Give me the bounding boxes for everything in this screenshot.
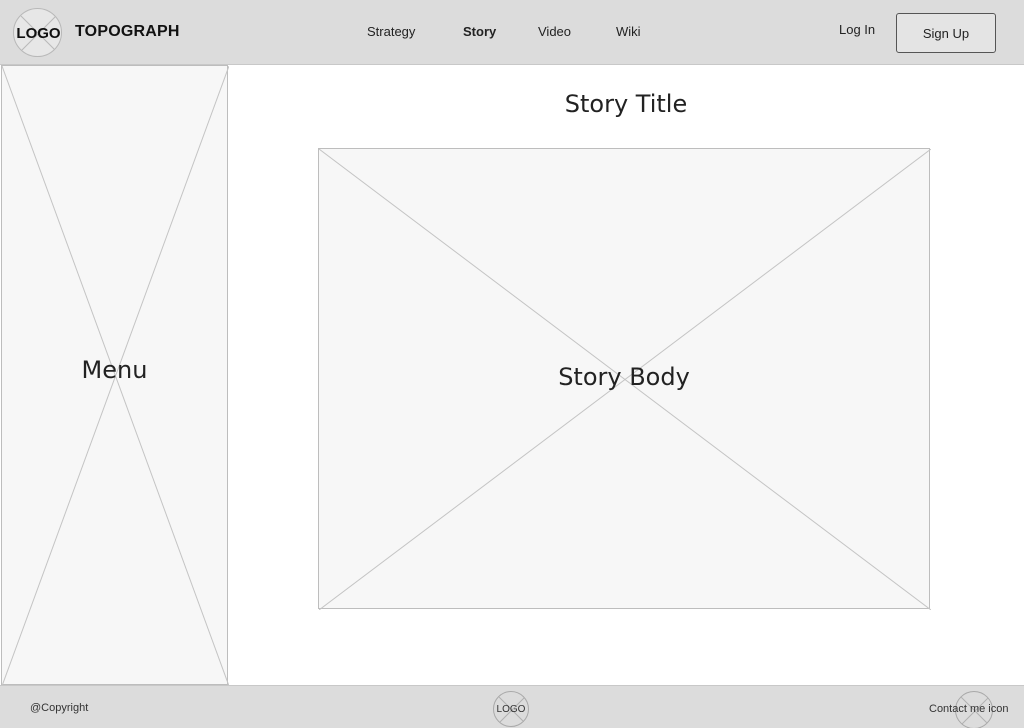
menu-label: Menu [81,356,148,384]
logo[interactable]: LOGO [13,8,62,57]
footer: @Copyright LOGO Contact me icon [0,685,1024,728]
page: LOGO TOPOGRAPH Strategy Story Video Wiki… [0,0,1024,728]
logo-text: LOGO [16,25,61,42]
nav-wiki[interactable]: Wiki [616,24,641,39]
signup-button[interactable]: Sign Up [896,13,996,53]
footer-logo-text: LOGO [496,703,526,715]
copyright-text: @Copyright [30,702,89,714]
signup-label: Sign Up [922,25,970,41]
footer-logo[interactable]: LOGO [493,691,529,727]
nav-video[interactable]: Video [538,24,571,39]
story-body: Story Body [318,148,931,610]
sidebar-menu[interactable]: Menu [1,65,229,686]
story-body-label: Story Body [558,363,690,391]
header: LOGO TOPOGRAPH Strategy Story Video Wiki… [0,0,1024,65]
story-title: Story Title [564,90,688,118]
nav-story[interactable]: Story [463,24,496,39]
contact-label[interactable]: Contact me icon [929,703,1008,715]
nav-strategy[interactable]: Strategy [367,24,415,39]
login-link[interactable]: Log In [839,22,875,37]
brand-name[interactable]: TOPOGRAPH [75,23,180,41]
